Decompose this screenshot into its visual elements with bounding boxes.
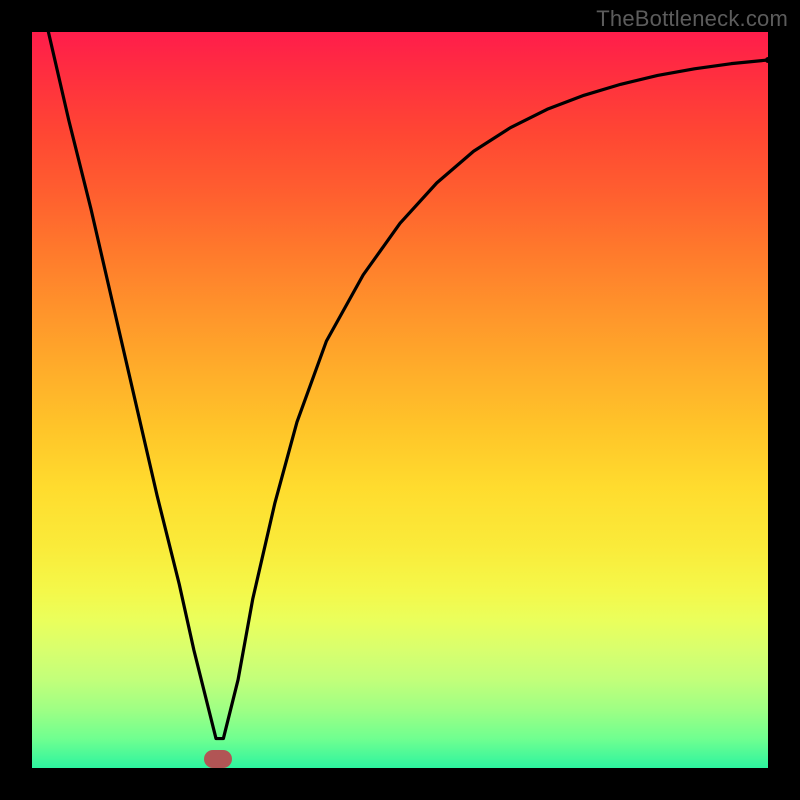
chart-frame: TheBottleneck.com bbox=[0, 0, 800, 800]
bottleneck-marker bbox=[204, 750, 232, 768]
plot-area bbox=[32, 32, 768, 768]
bottleneck-curve bbox=[32, 32, 768, 768]
watermark-text: TheBottleneck.com bbox=[596, 6, 788, 32]
curve-endcap-right bbox=[765, 57, 768, 63]
